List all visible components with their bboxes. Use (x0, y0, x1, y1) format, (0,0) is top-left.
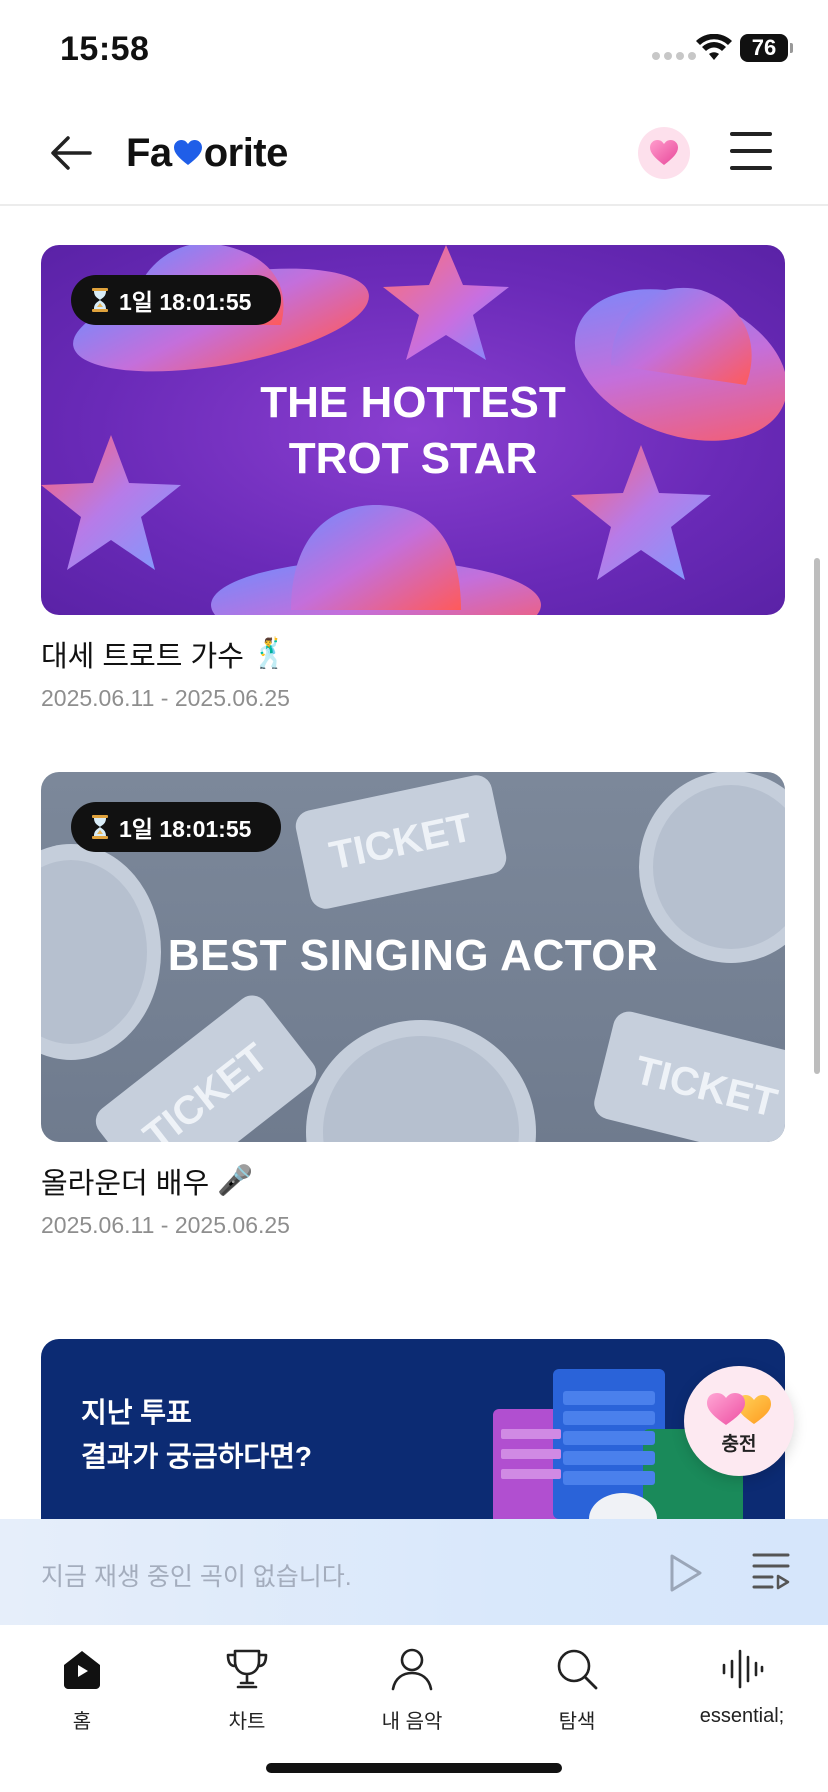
past-results-banner[interactable]: 지난 투표 결과가 궁금하다면? (41, 1339, 785, 1519)
vote-card-trot[interactable]: 1일 18:01:55 THE HOTTEST TROT STAR 대세 트로트… (41, 245, 785, 712)
countdown-text: 1일 18:01:55 (119, 816, 252, 842)
status-time: 15:58 (60, 30, 150, 68)
menu-line (730, 132, 772, 136)
card-title[interactable]: 올라운더 배우 🎤 (41, 1162, 785, 1200)
card-title[interactable]: 대세 트로트 가수 🕺 (41, 635, 785, 673)
heart-wallet-button[interactable] (638, 127, 690, 179)
card-title-text: 대세 트로트 가수 (41, 641, 244, 673)
nav-my-music[interactable]: 내 음악 (342, 1645, 482, 1734)
nav-label: 차트 (228, 1711, 266, 1733)
search-icon (557, 1649, 598, 1690)
nav-essential[interactable]: essential; (672, 1645, 812, 1728)
ticket-decoration: TICKET (590, 1008, 785, 1142)
nav-label: 탐색 (558, 1711, 596, 1733)
star-decoration (383, 245, 509, 360)
nav-label: 홈 (72, 1711, 92, 1733)
status-bar: 15:58 76 (0, 0, 828, 100)
vote-card-actor[interactable]: 1일 18:01:55 TICKET TICKET TICKET BEST SI… (41, 772, 785, 1239)
headline-line: TROT STAR (288, 434, 538, 483)
nav-explore[interactable]: 탐색 (507, 1645, 647, 1734)
nav-label: essential; (699, 1705, 785, 1727)
playlist-button[interactable] (752, 1551, 790, 1591)
hearts-icon (707, 1392, 771, 1425)
now-playing-text: 지금 재생 중인 곡이 없습니다. (41, 1563, 352, 1591)
favorite-logo: Fa orite (126, 126, 288, 180)
wifi-icon (696, 34, 732, 60)
cowboy-hat-decoration (211, 505, 541, 615)
battery-icon: 76 (740, 34, 793, 62)
hourglass-icon (92, 815, 108, 839)
charge-label: 충전 (721, 1433, 757, 1455)
vote-banner-actor[interactable]: 1일 18:01:55 TICKET TICKET TICKET BEST SI… (41, 772, 785, 1142)
vote-banner-trot[interactable]: 1일 18:01:55 THE HOTTEST TROT STAR (41, 245, 785, 615)
heart-logo-icon (173, 140, 202, 165)
home-icon (64, 1651, 100, 1689)
ticket-decoration: TICKET (292, 772, 510, 912)
countdown-badge: 1일 18:01:55 (71, 275, 282, 325)
nav-chart[interactable]: 차트 (177, 1645, 317, 1734)
countdown-badge: 1일 18:01:55 (71, 802, 282, 852)
mini-player[interactable]: 지금 재생 중인 곡이 없습니다. (0, 1519, 828, 1625)
person-icon (391, 1648, 433, 1691)
card-date: 2025.06.11 - 2025.06.25 (41, 1212, 290, 1238)
menu-line (730, 149, 772, 153)
past-results-text: 지난 투표 결과가 궁금하다면? (81, 1391, 312, 1479)
dancer-emoji-icon: 🕺 (251, 638, 288, 670)
microphone-emoji-icon: 🎤 (217, 1165, 254, 1197)
app-header: Fa orite (0, 100, 828, 206)
headline-line: THE HOTTEST (260, 378, 566, 427)
past-results-line: 지난 투표 (81, 1397, 192, 1428)
menu-button[interactable] (730, 132, 772, 172)
banner-headline: THE HOTTEST TROT STAR (41, 375, 785, 487)
charge-button[interactable]: 충전 (684, 1366, 794, 1476)
nav-label: 내 음악 (381, 1711, 443, 1733)
banner-headline: BEST SINGING ACTOR (167, 931, 659, 980)
card-title-text: 올라운더 배우 (41, 1168, 210, 1200)
hourglass-icon (92, 288, 108, 312)
nav-home[interactable]: 홈 (12, 1645, 152, 1734)
card-date: 2025.06.11 - 2025.06.25 (41, 685, 290, 711)
scrollbar[interactable] (814, 558, 820, 1074)
cellular-signal-icon (652, 52, 696, 60)
back-button[interactable] (46, 128, 96, 178)
pink-heart-icon (650, 140, 678, 165)
past-results-line: 결과가 궁금하다면? (81, 1441, 312, 1472)
countdown-text: 1일 18:01:55 (119, 289, 252, 315)
trophy-icon (226, 1649, 268, 1689)
play-button[interactable] (668, 1553, 704, 1593)
coin-decoration (306, 1020, 536, 1142)
soundwave-icon (722, 1649, 764, 1689)
logo-text-suffix: orite (203, 130, 289, 175)
home-indicator (266, 1763, 562, 1773)
menu-line (730, 166, 772, 170)
logo-text-prefix: Fa (126, 130, 172, 175)
